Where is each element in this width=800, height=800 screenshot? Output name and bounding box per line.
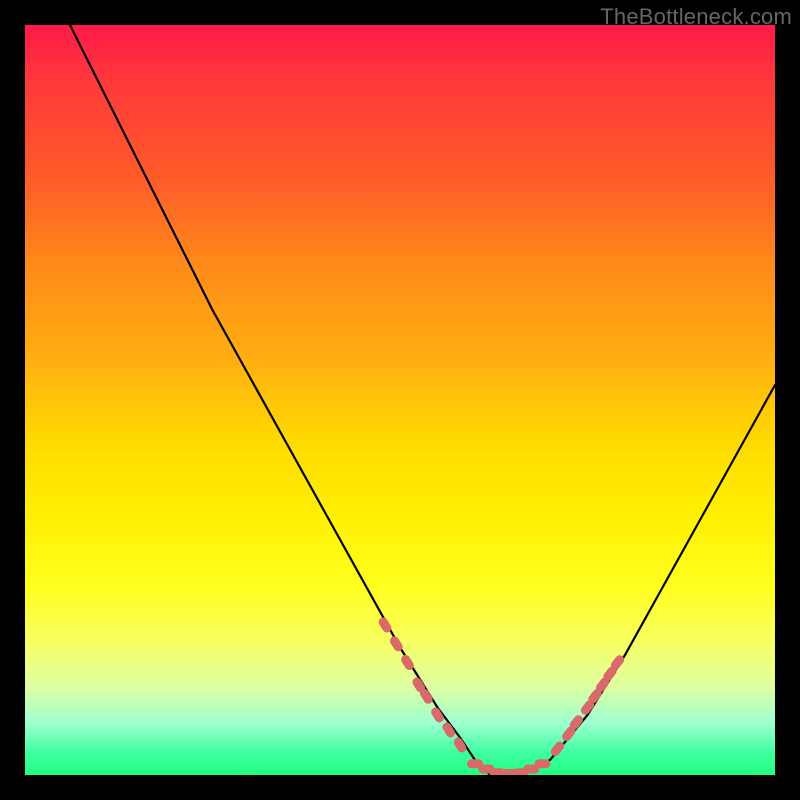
chart-svg [25, 25, 775, 775]
marker-dots [377, 616, 626, 775]
watermark-text: TheBottleneck.com [600, 4, 792, 30]
bottleneck-curve [70, 25, 775, 775]
chart-gradient-background [25, 25, 775, 775]
